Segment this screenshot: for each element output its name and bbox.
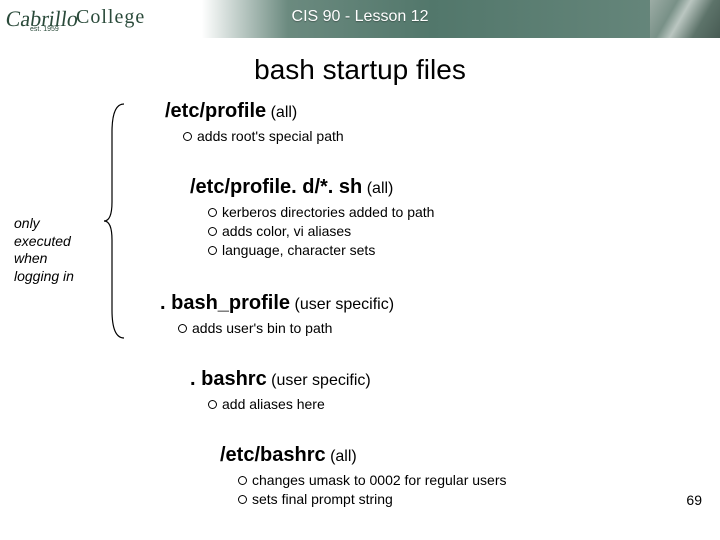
- bullet-list: kerberos directories added to path adds …: [208, 203, 434, 260]
- course-title: CIS 90 - Lesson 12: [0, 8, 720, 26]
- logo-established: est. 1959: [30, 26, 59, 33]
- bullet-item: sets final prompt string: [238, 490, 506, 509]
- file-etc-bashrc: /etc/bashrc (all) changes umask to 0002 …: [220, 444, 506, 509]
- file-bashrc: . bashrc (user specific) add aliases her…: [190, 368, 371, 414]
- bullet-item: adds color, vi aliases: [208, 222, 434, 241]
- bullet-list: changes umask to 0002 for regular users …: [238, 471, 506, 509]
- file-etc-profile-d: /etc/profile. d/*. sh (all) kerberos dir…: [190, 176, 434, 260]
- bullet-item: changes umask to 0002 for regular users: [238, 471, 506, 490]
- slide-title: bash startup files: [0, 54, 720, 86]
- file-scope: (all): [271, 104, 298, 121]
- header-bar: Cabrillo College est. 1959 CIS 90 - Less…: [0, 0, 720, 38]
- file-name: . bashrc: [190, 368, 267, 390]
- bullet-item: language, character sets: [208, 241, 434, 260]
- file-name: /etc/profile. d/*. sh: [190, 176, 362, 198]
- page-number: 69: [686, 492, 702, 508]
- bullet-item: adds root's special path: [183, 127, 344, 146]
- file-name: /etc/profile: [165, 100, 266, 122]
- side-note: only executed when logging in: [14, 215, 94, 285]
- bullet-item: kerberos directories added to path: [208, 203, 434, 222]
- file-bash-profile: . bash_profile (user specific) adds user…: [160, 292, 394, 338]
- file-scope: (user specific): [271, 372, 371, 389]
- brace-icon: [102, 102, 130, 340]
- bullet-item: add aliases here: [208, 395, 371, 414]
- bullet-list: adds root's special path: [183, 127, 344, 146]
- bullet-list: adds user's bin to path: [178, 319, 394, 338]
- file-etc-profile: /etc/profile (all) adds root's special p…: [165, 100, 344, 146]
- file-name: /etc/bashrc: [220, 444, 326, 466]
- bullet-list: add aliases here: [208, 395, 371, 414]
- file-name: . bash_profile: [160, 292, 290, 314]
- file-scope: (all): [367, 180, 394, 197]
- file-scope: (user specific): [294, 296, 394, 313]
- file-scope: (all): [330, 448, 357, 465]
- bullet-item: adds user's bin to path: [178, 319, 394, 338]
